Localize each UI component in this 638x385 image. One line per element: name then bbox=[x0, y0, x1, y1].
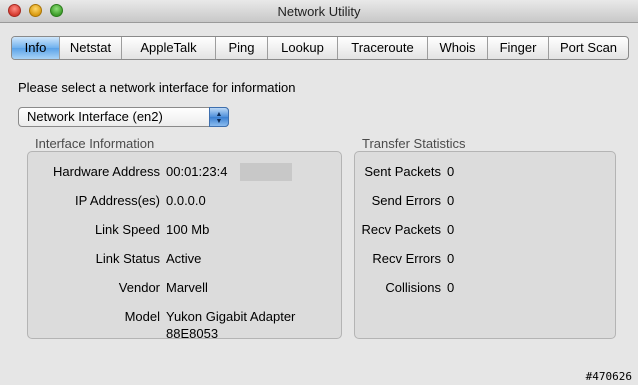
collisions-value: 0 bbox=[447, 280, 455, 295]
model-value-line2: 88E8053 bbox=[166, 326, 219, 341]
tab-finger[interactable]: Finger bbox=[487, 37, 548, 59]
recv-packets-label: Recv Packets bbox=[361, 222, 441, 237]
interface-group-title: Interface Information bbox=[35, 136, 155, 151]
model-label: Model bbox=[124, 309, 160, 324]
interface-prompt: Please select a network interface for in… bbox=[18, 80, 296, 95]
transfer-stats-box: Sent Packets 0 Send Errors 0 Recv Packet… bbox=[354, 151, 616, 339]
watermark-id: #470626 bbox=[585, 370, 632, 383]
send-errors-label: Send Errors bbox=[371, 193, 441, 208]
tab-bar: Info Netstat AppleTalk Ping Lookup Trace… bbox=[11, 36, 629, 60]
link-status-label: Link Status bbox=[95, 251, 160, 266]
recv-errors-value: 0 bbox=[447, 251, 455, 266]
vendor-value: Marvell bbox=[166, 280, 208, 295]
window-title: Network Utility bbox=[277, 4, 361, 19]
recv-errors-label: Recv Errors bbox=[372, 251, 441, 266]
vendor-label: Vendor bbox=[118, 280, 160, 295]
title-bar: Network Utility bbox=[0, 0, 638, 23]
link-speed-label: Link Speed bbox=[94, 222, 160, 237]
network-utility-window: Network Utility Info Netstat AppleTalk P… bbox=[0, 0, 638, 385]
tab-netstat[interactable]: Netstat bbox=[59, 37, 121, 59]
interface-popup[interactable]: Network Interface (en2) ▲ ▼ bbox=[18, 107, 229, 127]
tab-info[interactable]: Info bbox=[12, 37, 59, 59]
ip-address-label: IP Address(es) bbox=[74, 193, 160, 208]
link-speed-value: 100 Mb bbox=[166, 222, 210, 237]
hardware-address-value: 00:01:23:4 bbox=[166, 164, 228, 179]
redaction-mask bbox=[240, 163, 292, 181]
sent-packets-label: Sent Packets bbox=[364, 164, 441, 179]
tab-traceroute[interactable]: Traceroute bbox=[337, 37, 427, 59]
hardware-address-label: Hardware Address bbox=[53, 164, 160, 179]
collisions-label: Collisions bbox=[385, 280, 441, 295]
tab-port-scan[interactable]: Port Scan bbox=[548, 37, 628, 59]
tab-whois[interactable]: Whois bbox=[427, 37, 487, 59]
tab-lookup[interactable]: Lookup bbox=[267, 37, 337, 59]
recv-packets-value: 0 bbox=[447, 222, 455, 237]
ip-address-value: 0.0.0.0 bbox=[166, 193, 206, 208]
link-status-value: Active bbox=[166, 251, 202, 266]
tab-ping[interactable]: Ping bbox=[215, 37, 267, 59]
model-value: Yukon Gigabit Adapter bbox=[166, 309, 296, 324]
tab-appletalk[interactable]: AppleTalk bbox=[121, 37, 215, 59]
sent-packets-value: 0 bbox=[447, 164, 455, 179]
interface-popup-value: Network Interface (en2) bbox=[27, 109, 163, 124]
send-errors-value: 0 bbox=[447, 193, 455, 208]
transfer-group-title: Transfer Statistics bbox=[362, 136, 466, 151]
popup-arrows-icon: ▲ ▼ bbox=[209, 107, 229, 127]
interface-info-box: Hardware Address 00:01:23:4 IP Address(e… bbox=[27, 151, 342, 341]
